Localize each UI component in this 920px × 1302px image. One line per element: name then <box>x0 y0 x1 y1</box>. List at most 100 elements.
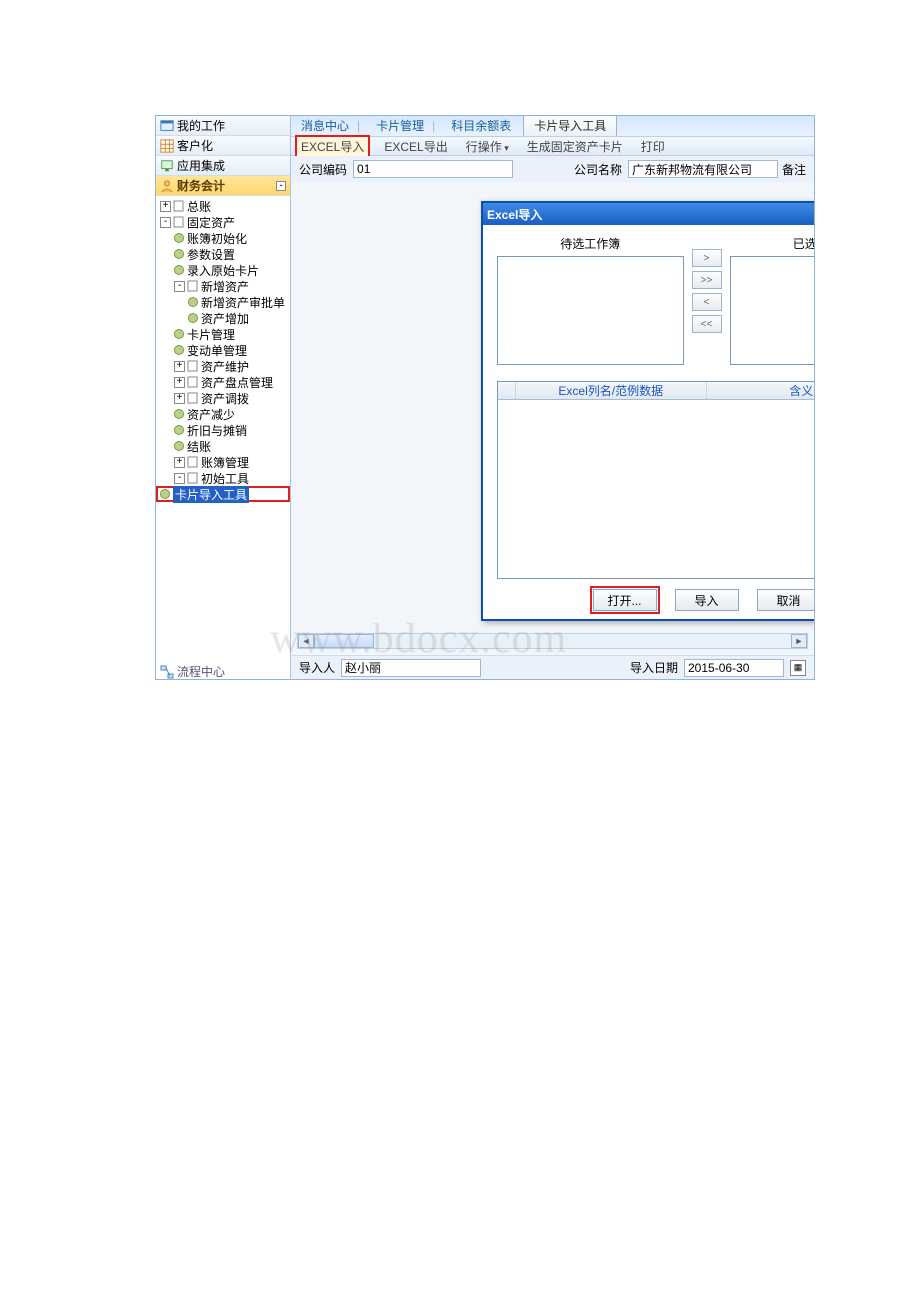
tab-card-import[interactable]: 卡片导入工具 <box>523 116 617 136</box>
tree-node[interactable]: +资产维护 <box>156 358 290 374</box>
collapse-icon[interactable]: - <box>174 473 185 484</box>
bullet-icon <box>174 249 184 259</box>
remark-label: 备注 <box>782 161 806 178</box>
nav-my-work[interactable]: 我的工作 <box>156 116 290 136</box>
tab-messages[interactable]: 消息中心 <box>297 116 364 136</box>
pending-list-title: 待选工作簿 <box>497 235 684 252</box>
collapse-icon[interactable]: - <box>160 217 171 228</box>
print-button[interactable]: 打印 <box>637 137 669 156</box>
tabs-row: 消息中心 卡片管理 科目余额表 卡片导入工具 <box>291 116 814 136</box>
grid-col-meaning[interactable]: 含义 <box>707 382 815 399</box>
import-button[interactable]: 导入 <box>675 589 739 611</box>
move-all-left-button[interactable]: << <box>692 315 722 333</box>
tree-item[interactable]: 结账 <box>156 438 290 454</box>
bullet-icon <box>174 265 184 275</box>
tree-node[interactable]: +资产盘点管理 <box>156 374 290 390</box>
nav-finance[interactable]: 财务会计 - <box>156 176 290 196</box>
import-date-input[interactable] <box>684 659 784 677</box>
bottom-form: 导入人 导入日期 ▦ <box>291 655 814 679</box>
doc-icon <box>187 472 199 484</box>
nav-integration[interactable]: 应用集成 <box>156 156 290 176</box>
footer-label: 流程中心 <box>177 663 225 680</box>
bullet-icon <box>174 425 184 435</box>
tab-card-manage[interactable]: 卡片管理 <box>372 116 439 136</box>
excel-export-button[interactable]: EXCEL导出 <box>380 137 451 156</box>
excel-import-button[interactable]: EXCEL导入 <box>295 135 370 158</box>
tree-item[interactable]: 参数设置 <box>156 246 290 262</box>
move-all-right-button[interactable]: >> <box>692 271 722 289</box>
company-name-input[interactable] <box>628 160 778 178</box>
toolbar: EXCEL导入 EXCEL导出 行操作 生成固定资产卡片 打印 <box>291 136 814 156</box>
open-button[interactable]: 打开... <box>593 589 657 611</box>
window-icon <box>160 119 174 133</box>
bullet-icon <box>188 313 198 323</box>
doc-icon <box>187 280 199 292</box>
scroll-left-icon[interactable]: ◄ <box>298 634 314 648</box>
nav-label: 应用集成 <box>177 157 225 174</box>
flow-icon <box>160 665 174 679</box>
tree-node[interactable]: +资产调拨 <box>156 390 290 406</box>
screen-icon <box>160 159 174 173</box>
user-icon <box>160 179 174 193</box>
tree-item[interactable]: 录入原始卡片 <box>156 262 290 278</box>
dialog-titlebar[interactable]: Excel导入 ✕ <box>483 203 814 225</box>
tree-item[interactable]: 新增资产审批单 <box>156 294 290 310</box>
tree-item[interactable]: 变动单管理 <box>156 342 290 358</box>
move-right-button[interactable]: > <box>692 249 722 267</box>
mapping-grid[interactable]: Excel列名/范例数据 含义 <box>497 381 814 579</box>
doc-icon <box>187 392 199 404</box>
grid-col-excel[interactable]: Excel列名/范例数据 <box>516 382 707 399</box>
tree-item[interactable]: 折旧与摊销 <box>156 422 290 438</box>
grid-icon <box>160 139 174 153</box>
sidebar: 我的工作 客户化 应用集成 财务会计 - +总账 -固定资产 账簿初始化 参数设… <box>156 116 291 679</box>
selected-listbox[interactable] <box>730 256 815 365</box>
importer-label: 导入人 <box>299 659 335 676</box>
tree-item-card-import[interactable]: 卡片导入工具 <box>156 486 290 502</box>
nav-customer[interactable]: 客户化 <box>156 136 290 156</box>
tree-node-ledger[interactable]: +总账 <box>156 198 290 214</box>
tree-node-new-asset[interactable]: -新增资产 <box>156 278 290 294</box>
bullet-icon <box>160 489 170 499</box>
pending-listbox[interactable] <box>497 256 684 365</box>
expand-icon[interactable]: + <box>174 457 185 468</box>
move-left-button[interactable]: < <box>692 293 722 311</box>
tab-balance[interactable]: 科目余额表 <box>447 116 515 136</box>
company-code-input[interactable] <box>353 160 513 178</box>
tree-item[interactable]: 账簿初始化 <box>156 230 290 246</box>
bullet-icon <box>174 345 184 355</box>
expand-icon[interactable]: + <box>174 377 185 388</box>
tree-item[interactable]: 资产减少 <box>156 406 290 422</box>
bullet-icon <box>174 329 184 339</box>
generate-card-button[interactable]: 生成固定资产卡片 <box>523 137 627 156</box>
tree-node-fixed-assets[interactable]: -固定资产 <box>156 214 290 230</box>
dialog-title-text: Excel导入 <box>487 206 542 223</box>
scroll-thumb[interactable] <box>314 634 374 648</box>
expand-icon[interactable]: + <box>174 393 185 404</box>
doc-icon <box>187 456 199 468</box>
scroll-right-icon[interactable]: ► <box>791 634 807 648</box>
bullet-icon <box>174 441 184 451</box>
grid-corner <box>498 382 516 399</box>
tree-item[interactable]: 卡片管理 <box>156 326 290 342</box>
code-label: 公司编码 <box>299 161 347 178</box>
form-row: 公司编码 公司名称 备注 <box>291 156 814 182</box>
tree-node[interactable]: +账簿管理 <box>156 454 290 470</box>
collapse-icon[interactable]: - <box>174 281 185 292</box>
calendar-icon[interactable]: ▦ <box>790 660 806 676</box>
nav-tree: +总账 -固定资产 账簿初始化 参数设置 录入原始卡片 -新增资产 新增资产审批… <box>156 196 290 679</box>
expand-icon[interactable]: + <box>160 201 171 212</box>
cancel-button[interactable]: 取消 <box>757 589 815 611</box>
row-operate-menu[interactable]: 行操作 <box>462 137 513 156</box>
sidebar-footer[interactable]: 流程中心 <box>160 663 225 680</box>
tree-item[interactable]: 资产增加 <box>156 310 290 326</box>
expand-icon[interactable]: + <box>174 361 185 372</box>
tree-node-init-tools[interactable]: -初始工具 <box>156 470 290 486</box>
importer-input[interactable] <box>341 659 481 677</box>
doc-icon <box>173 216 185 228</box>
nav-label: 客户化 <box>177 137 213 154</box>
doc-icon <box>187 376 199 388</box>
collapse-icon[interactable]: - <box>276 181 286 191</box>
nav-label: 我的工作 <box>177 117 225 134</box>
bullet-icon <box>174 409 184 419</box>
horizontal-scrollbar[interactable]: ◄ ► <box>297 633 808 649</box>
